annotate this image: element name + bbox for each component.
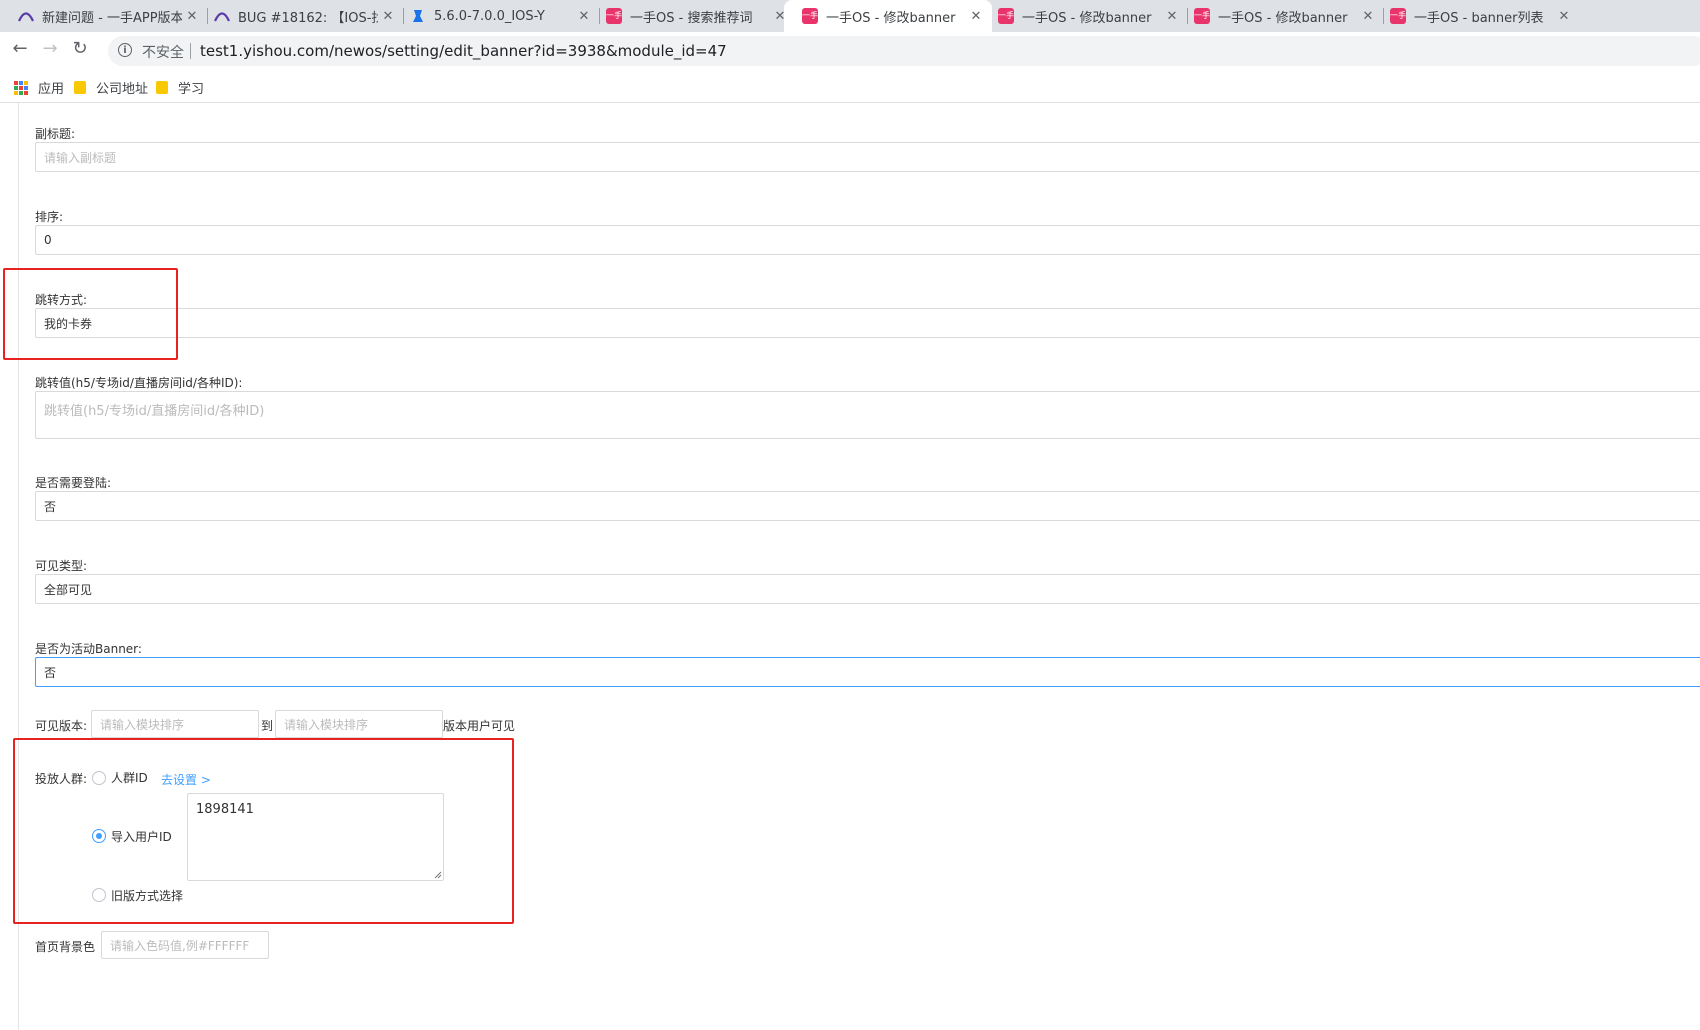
tab-title: 一手OS - 修改banner — [1218, 10, 1348, 26]
yishou-icon: 一手 — [1390, 8, 1406, 24]
activity-banner-select[interactable]: 否 — [35, 657, 1700, 687]
reload-icon[interactable]: ↻ — [68, 36, 92, 60]
close-icon[interactable]: ✕ — [1554, 9, 1574, 24]
folder-icon — [74, 81, 86, 94]
browser-tab[interactable]: 5.6.0-7.0.0_IOS-Y ✕ — [392, 0, 600, 32]
yishou-icon: 一手 — [802, 8, 818, 24]
tab-title: 一手OS - 修改banner — [1022, 10, 1152, 26]
annotation-box-jump-type — [3, 268, 178, 360]
bookmark-study[interactable]: 学习 — [156, 78, 204, 97]
browser-tab[interactable]: 一手 一手OS - 修改banner ✕ — [1176, 0, 1384, 32]
tab-title: BUG #18162: 【IOS-找档口 — [238, 10, 378, 26]
browser-tab[interactable]: 一手 一手OS - 搜索推荐词 ✕ — [588, 0, 796, 32]
folder-icon — [156, 81, 168, 94]
back-arrow-icon[interactable]: ← — [8, 36, 32, 60]
yishou-icon: 一手 — [998, 8, 1014, 24]
activity-banner-label: 是否为活动Banner: — [35, 642, 142, 656]
browser-tab[interactable]: 一手 一手OS - banner列表 ✕ — [1372, 0, 1580, 32]
tab-strip: 新建问题 - 一手APP版本里 ✕ BUG #18162: 【IOS-找档口 ✕… — [0, 0, 1700, 32]
bookmark-label: 应用 — [38, 82, 65, 97]
bookmark-label: 学习 — [178, 82, 205, 97]
version-to-input[interactable]: 请输入模块排序 — [275, 710, 443, 738]
version-to-label: 到 — [261, 719, 274, 733]
homepage-bg-label: 首页背景色 — [35, 940, 96, 954]
bookmark-label: 公司地址 — [96, 82, 149, 97]
version-suffix-label: 版本用户可见 — [443, 719, 516, 733]
subtitle-label: 副标题: — [35, 127, 76, 141]
visible-type-select[interactable]: 全部可见 — [35, 574, 1700, 604]
app-icon — [410, 8, 426, 24]
security-label[interactable]: 不安全 — [142, 42, 184, 62]
info-icon[interactable]: i — [118, 43, 132, 57]
annotation-box-audience — [13, 738, 514, 924]
need-login-label: 是否需要登陆: — [35, 476, 112, 490]
redmine-icon — [18, 8, 34, 24]
subtitle-input[interactable]: 请输入副标题 — [35, 142, 1700, 172]
tab-title: 一手OS - 修改banner — [826, 10, 956, 26]
visible-type-label: 可见类型: — [35, 559, 88, 573]
tab-title: 新建问题 - 一手APP版本里 — [42, 10, 182, 26]
bookmark-apps[interactable]: 应用 — [14, 78, 64, 97]
visible-version-label: 可见版本: — [35, 719, 88, 733]
jump-value-textarea[interactable]: 跳转值(h5/专场id/直播房间id/各种ID) — [35, 391, 1700, 439]
bookmarks-bar — [0, 72, 1700, 103]
apps-grid-icon — [14, 80, 28, 95]
need-login-select[interactable]: 否 — [35, 491, 1700, 521]
jump-type-select[interactable]: 我的卡券 — [35, 308, 1700, 338]
yishou-icon: 一手 — [1194, 8, 1210, 24]
browser-tab[interactable]: 新建问题 - 一手APP版本里 ✕ — [0, 0, 208, 32]
redmine-icon — [214, 8, 230, 24]
homepage-bg-input[interactable]: 请输入色码值,例#FFFFFF — [101, 931, 269, 959]
browser-tab[interactable]: BUG #18162: 【IOS-找档口 ✕ — [196, 0, 404, 32]
yishou-icon: 一手 — [606, 8, 622, 24]
browser-tab[interactable]: 一手 一手OS - 修改banner ✕ — [980, 0, 1188, 32]
sort-label: 排序: — [35, 210, 64, 224]
jump-value-label: 跳转值(h5/专场id/直播房间id/各种ID): — [35, 376, 243, 390]
forward-arrow-icon[interactable]: → — [38, 36, 62, 60]
browser-tab-active[interactable]: 一手 一手OS - 修改banner ✕ — [784, 0, 992, 32]
bookmark-company[interactable]: 公司地址 — [74, 78, 148, 97]
tab-title: 5.6.0-7.0.0_IOS-Y — [434, 8, 545, 24]
sort-input[interactable]: 0 — [35, 225, 1700, 255]
url-text[interactable]: test1.yishou.com/newos/setting/edit_bann… — [200, 42, 727, 60]
tab-title: 一手OS - banner列表 — [1414, 10, 1544, 26]
version-from-input[interactable]: 请输入模块排序 — [91, 710, 259, 738]
tab-title: 一手OS - 搜索推荐词 — [630, 10, 753, 26]
